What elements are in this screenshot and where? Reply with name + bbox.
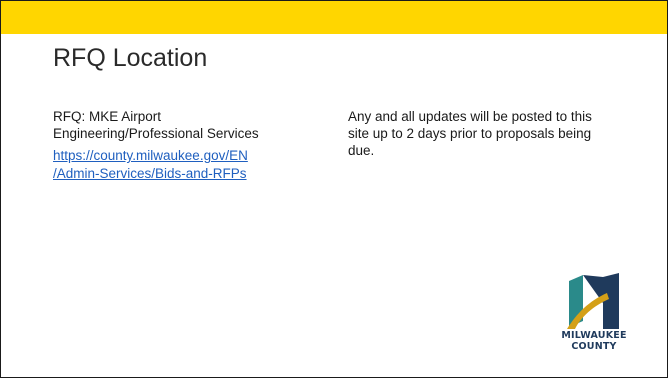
logo-text-line-1: MILWAUKEE: [561, 330, 627, 341]
link-text-line-2: /Admin-Services/Bids-and-RFPs: [53, 166, 247, 181]
right-column: Any and all updates will be posted to th…: [348, 108, 608, 159]
logo-m-mark-icon: [567, 273, 619, 329]
updates-note: Any and all updates will be posted to th…: [348, 109, 592, 158]
bids-rfps-link[interactable]: https://county.milwaukee.gov/EN /Admin-S…: [53, 147, 323, 183]
slide-title: RFQ Location: [53, 44, 208, 72]
logo-wordmark: MILWAUKEE COUNTY: [550, 330, 638, 352]
milwaukee-county-logo: MILWAUKEE COUNTY: [550, 273, 638, 367]
logo-text-line-2: COUNTY: [571, 341, 617, 352]
link-text-line-1: https://county.milwaukee.gov/EN: [53, 148, 248, 163]
left-column: RFQ: MKE Airport Engineering/Professiona…: [53, 108, 323, 183]
top-accent-bar: [1, 1, 667, 34]
rfq-name-line-2: Engineering/Professional Services: [53, 126, 259, 141]
rfq-name-line-1: RFQ: MKE Airport: [53, 109, 162, 124]
slide: RFQ Location RFQ: MKE Airport Engineerin…: [0, 0, 668, 378]
